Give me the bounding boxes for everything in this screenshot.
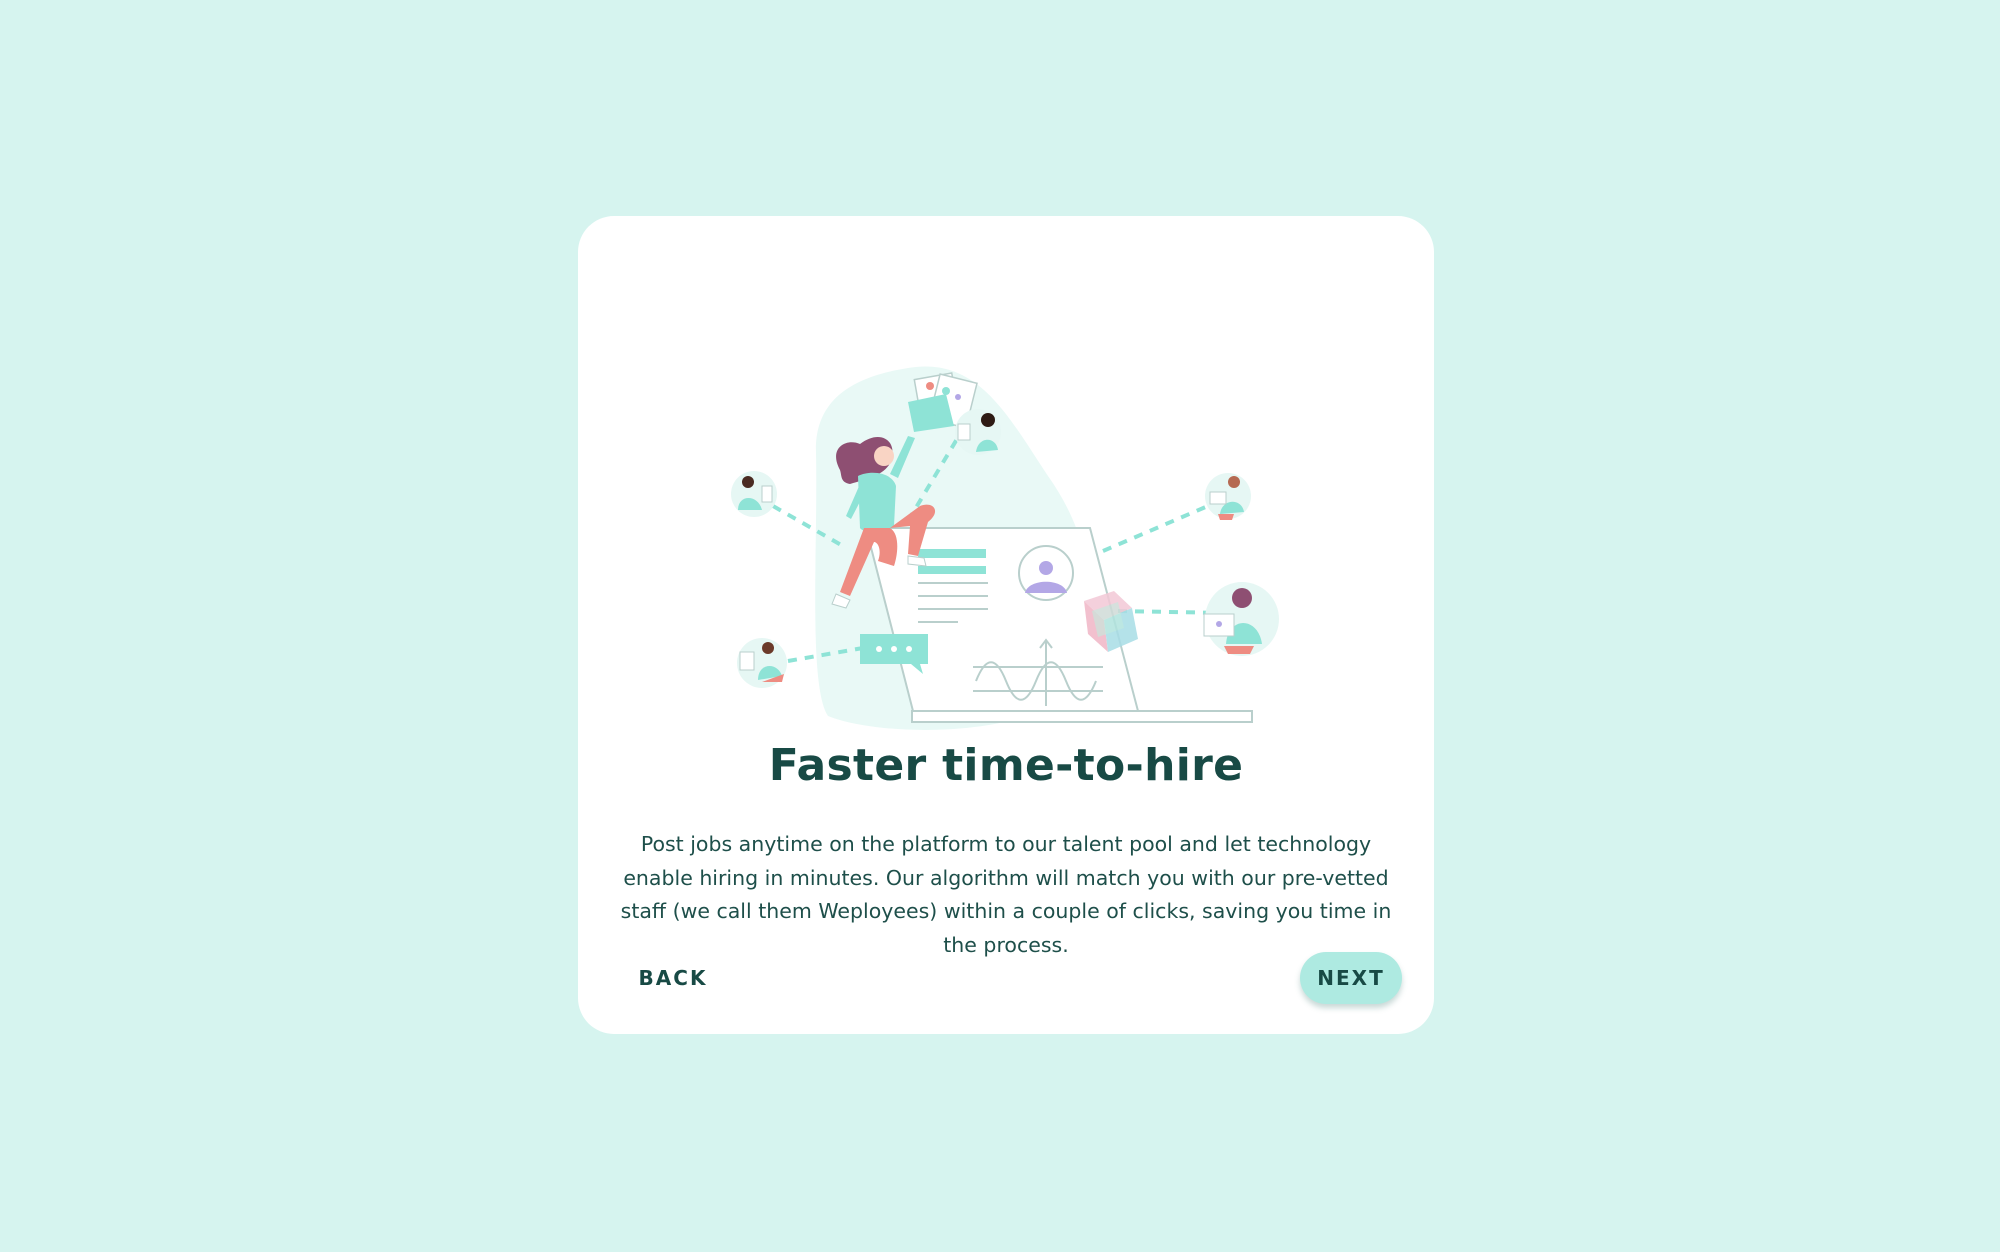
profile-avatar-icon xyxy=(1018,545,1074,601)
back-button[interactable]: BACK xyxy=(618,952,728,1004)
onboarding-card: Faster time-to-hire Post jobs anytime on… xyxy=(578,216,1434,1034)
worker-avatar-right-top xyxy=(1205,473,1251,520)
worker-avatar-left-top xyxy=(731,471,777,517)
worker-avatar-top xyxy=(955,409,1001,455)
description-text: Post jobs anytime on the platform to our… xyxy=(620,832,1392,957)
hiring-platform-illustration xyxy=(731,366,1279,730)
next-button[interactable]: NEXT xyxy=(1300,952,1402,1004)
page-title: Faster time-to-hire xyxy=(768,740,1244,791)
worker-avatar-right-bottom xyxy=(1203,582,1279,656)
worker-avatar-left-bottom xyxy=(737,638,787,688)
